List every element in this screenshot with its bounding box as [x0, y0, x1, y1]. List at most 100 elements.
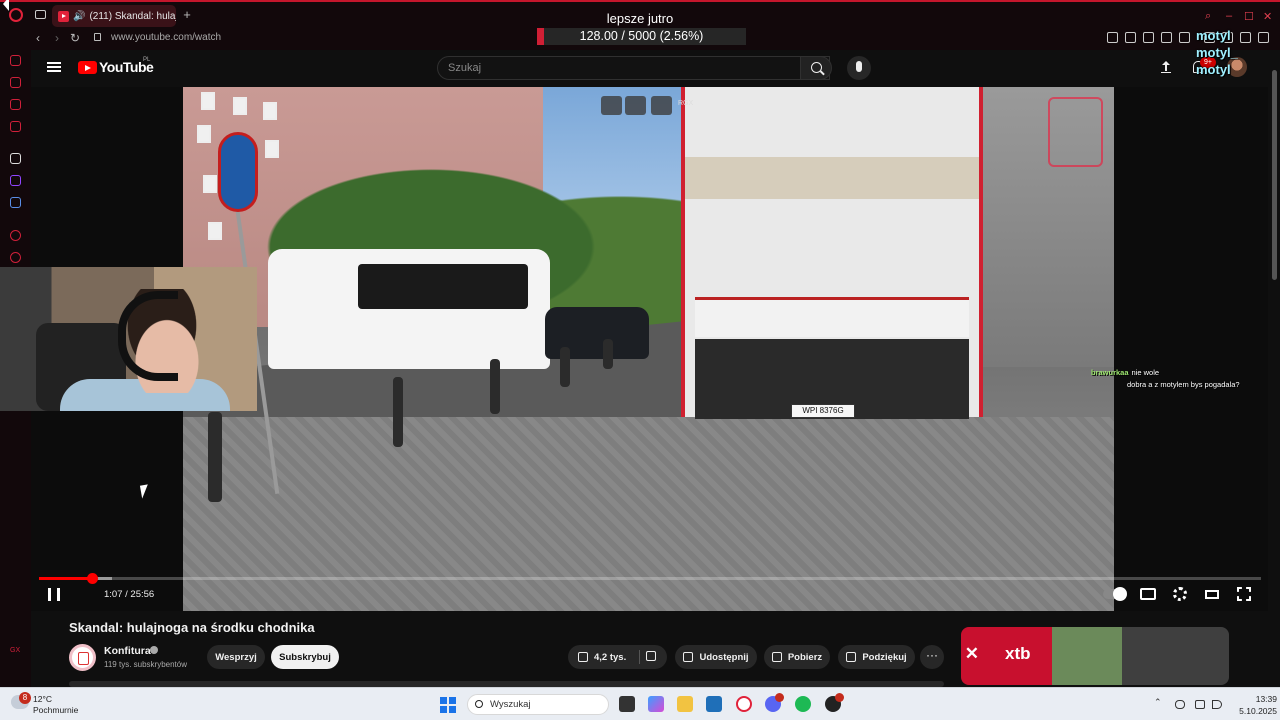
like-icon[interactable] — [578, 652, 588, 662]
rgx-label[interactable]: RGX — [678, 100, 693, 107]
more-actions-button[interactable]: ··· — [920, 645, 944, 669]
chevron-up-icon[interactable]: ⌃ — [1154, 697, 1164, 707]
dislike-icon[interactable] — [646, 651, 656, 661]
popout-icon[interactable] — [625, 96, 646, 115]
aria-icon[interactable] — [10, 55, 21, 66]
app-icon[interactable] — [10, 153, 21, 164]
license-plate-text: WPI 8376G — [802, 406, 844, 415]
vk-icon[interactable] — [10, 197, 21, 208]
search-icon — [475, 700, 483, 708]
clock-time[interactable]: 13:39 — [1237, 694, 1277, 704]
scrollbar-thumb[interactable] — [1272, 70, 1277, 280]
pause-icon[interactable] — [48, 588, 60, 601]
search-tabs-icon[interactable]: ⌕ — [1205, 10, 1211, 23]
store-icon[interactable] — [706, 696, 722, 712]
chat-overlay: brawurkaa nie wole dobra a z motylem bys … — [1091, 367, 1266, 391]
miniplayer-icon[interactable] — [601, 96, 622, 115]
file-explorer-icon[interactable] — [677, 696, 693, 712]
search-input[interactable]: Szukaj — [437, 56, 830, 80]
channel-avatar[interactable] — [69, 644, 96, 671]
autoplay-toggle[interactable] — [1103, 587, 1127, 601]
overlay-username: motyl_ — [1196, 45, 1238, 60]
copilot-icon[interactable] — [648, 696, 664, 712]
video-title: Skandal: hulajnoga na środku chodnika — [69, 620, 315, 635]
opera-gx-icon[interactable] — [736, 696, 752, 712]
voice-search-button[interactable] — [847, 56, 871, 80]
clock-date[interactable]: 5.10.2025 — [1227, 706, 1277, 716]
network-icon[interactable] — [1195, 700, 1205, 709]
close-window-button[interactable]: ✕ — [1263, 10, 1272, 23]
overlay-username: motyl — [1196, 28, 1231, 43]
maximize-button[interactable]: ☐ — [1244, 10, 1254, 23]
progress-scrubber[interactable] — [86, 573, 98, 584]
snapshot-icon[interactable] — [1125, 32, 1136, 43]
weather-badge: 8 — [19, 692, 31, 704]
speaker-icon[interactable]: 🔊 — [73, 11, 85, 22]
taskbar-search-input[interactable]: Wyszukaj — [467, 694, 609, 715]
ad-banner[interactable]: ✕ xtb — [961, 627, 1229, 685]
license-plate: WPI 8376G — [791, 404, 855, 418]
page-scrollbar[interactable] — [1269, 50, 1280, 687]
heart-icon[interactable] — [1179, 32, 1190, 43]
verified-icon — [150, 646, 158, 654]
spotify-icon[interactable] — [795, 696, 811, 712]
chat-text: dobra a z motylem bys pogadala? — [1127, 380, 1240, 389]
create-icon[interactable] — [1161, 61, 1171, 73]
vpn-icon[interactable] — [1143, 32, 1154, 43]
webcam-feed — [0, 267, 257, 411]
search-button[interactable] — [800, 56, 832, 80]
volume-tray-icon[interactable] — [1212, 700, 1222, 709]
browser-tab-youtube[interactable]: 🔊 (211) Skandal: hulajnog — [52, 5, 176, 27]
channel-watermark-icon[interactable] — [1048, 97, 1103, 167]
like-divider — [639, 650, 640, 664]
messenger-icon[interactable] — [10, 99, 21, 110]
support-label: Wesprzyj — [215, 651, 257, 663]
like-count[interactable]: 4,2 tys. — [594, 652, 626, 663]
theater-mode-icon[interactable] — [1205, 590, 1219, 599]
youtube-logo-icon[interactable] — [78, 61, 97, 74]
weather-temperature[interactable]: 12°C — [33, 694, 52, 704]
channel-name[interactable]: Konfitura — [104, 645, 151, 657]
overlay-usernames: motyl motyl_ motyl — [1196, 27, 1268, 78]
reload-button[interactable]: ↻ — [70, 31, 80, 45]
video-frame[interactable]: WPI 8376G RGX — [183, 87, 1114, 611]
time-display: 1:07 / 25:56 — [104, 589, 155, 600]
progress-bar[interactable] — [39, 573, 1261, 584]
twitch-icon[interactable] — [10, 175, 21, 186]
thanks-icon — [846, 652, 857, 662]
menu-icon[interactable] — [47, 62, 61, 72]
thanks-button[interactable]: Podziękuj — [838, 645, 915, 669]
player-icon[interactable] — [1161, 32, 1172, 43]
url-field[interactable]: www.youtube.com/watch — [111, 32, 221, 43]
download-button[interactable]: Pobierz — [764, 645, 830, 669]
music-icon[interactable] — [10, 121, 21, 132]
lock-icon[interactable] — [94, 33, 101, 41]
back-button[interactable]: ‹ — [36, 31, 40, 45]
task-view-icon[interactable] — [619, 696, 635, 712]
share-button[interactable]: Udostępnij — [675, 645, 757, 669]
weather-description[interactable]: Pochmurnie — [33, 705, 78, 715]
shopping-icon[interactable] — [10, 77, 21, 88]
skip-icon[interactable] — [651, 96, 672, 115]
xtb-logo-icon: ✕ — [964, 644, 979, 663]
subscribe-label: Subskrybuj — [279, 651, 331, 663]
bus — [268, 249, 550, 369]
tab-overview-icon[interactable] — [35, 10, 46, 19]
microphone-icon[interactable] — [1175, 700, 1185, 709]
minimize-button[interactable]: – — [1226, 10, 1232, 22]
subtitles-icon[interactable] — [1140, 588, 1156, 600]
gear-icon[interactable] — [1173, 587, 1187, 601]
player-sidebar-icon[interactable] — [10, 230, 21, 241]
pin-icon[interactable] — [1107, 32, 1118, 43]
new-tab-button[interactable]: + — [181, 8, 193, 21]
subscriber-count: 119 tys. subskrybentów — [104, 660, 188, 669]
subscribe-button[interactable]: Subskrybuj — [271, 645, 339, 669]
opera-menu-icon[interactable] — [9, 8, 23, 22]
forward-button[interactable]: › — [55, 31, 59, 45]
support-button[interactable]: Wesprzyj — [207, 645, 265, 669]
gx-icon[interactable]: GX — [10, 647, 21, 658]
chat-message: dobra a z motylem bys pogadala? — [1091, 379, 1266, 391]
chat-message: brawurkaa nie wole — [1091, 367, 1266, 379]
start-button-icon[interactable] — [440, 697, 456, 713]
history-icon[interactable] — [10, 252, 21, 263]
